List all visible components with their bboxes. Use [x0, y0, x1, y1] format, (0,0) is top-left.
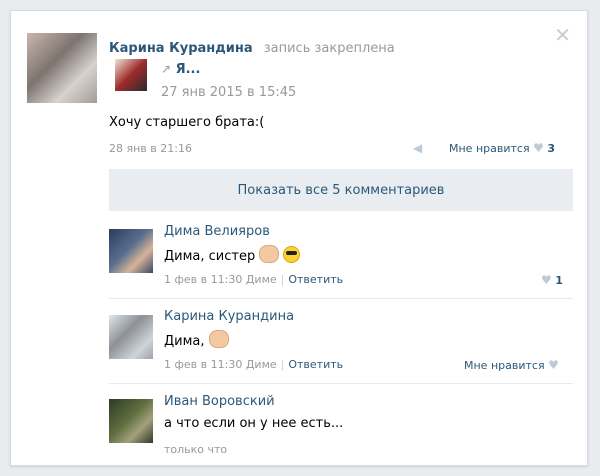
heart-icon: ♥: [548, 358, 559, 372]
comment-meta: 1 фев в 11:30 Диме | Ответить: [164, 358, 343, 371]
comment-reply-to[interactable]: Диме: [246, 273, 277, 286]
comment-meta: 1 фев в 11:30 Диме | Ответить: [164, 273, 343, 286]
like-label: Мне нравится: [464, 359, 545, 372]
comment-author[interactable]: Дима Велияров: [164, 224, 270, 239]
comment-text-content: Дима, систер: [164, 249, 256, 264]
post-action-text: запись закреплена: [263, 41, 395, 56]
comment-text: а что если он у нее есть...: [164, 416, 344, 431]
meta-separator: |: [280, 358, 285, 371]
fist-emoji-icon: [208, 330, 229, 348]
comment-text: Дима,: [164, 330, 229, 349]
close-icon[interactable]: ✕: [554, 25, 571, 45]
share-icon[interactable]: ◀: [413, 141, 422, 155]
like-label: Мне нравится: [449, 142, 530, 155]
reply-button[interactable]: Ответить: [288, 358, 343, 371]
comment-date[interactable]: 1 фев в 11:30: [164, 273, 242, 286]
heart-icon: ♥: [541, 273, 552, 287]
comment-reply-to[interactable]: Диме: [246, 358, 277, 371]
repost-avatar[interactable]: [115, 59, 147, 91]
comment-divider: [109, 383, 573, 384]
repost-title[interactable]: ↗ Я...: [161, 62, 200, 77]
wall-post-card: ✕ Карина Курандина запись закреплена ↗ Я…: [10, 10, 588, 466]
show-all-comments-button[interactable]: Показать все 5 комментариев: [109, 169, 573, 211]
post-author-link[interactable]: Карина Курандина: [109, 41, 253, 56]
repost-icon: ↗: [161, 62, 172, 76]
heart-icon: ♥: [533, 141, 544, 155]
comment-like-button[interactable]: ♥ 1: [541, 273, 563, 287]
comment-author[interactable]: Карина Курандина: [164, 309, 294, 324]
comment-avatar[interactable]: [109, 315, 153, 359]
comment-divider: [109, 298, 573, 299]
repost-title-text[interactable]: Я...: [176, 62, 201, 77]
fist-emoji-icon: [259, 245, 280, 263]
meta-separator: |: [280, 273, 285, 286]
comment-text: Дима, систер: [164, 245, 301, 264]
like-count: 1: [555, 274, 563, 287]
comment-like-button[interactable]: Мне нравится ♥: [464, 358, 559, 372]
comment-date[interactable]: 1 фев в 11:30: [164, 358, 242, 371]
reply-button[interactable]: Ответить: [288, 273, 343, 286]
comment-date[interactable]: только что: [164, 443, 227, 456]
repost-date[interactable]: 27 янв 2015 в 15:45: [161, 85, 296, 100]
post-header: Карина Курандина запись закреплена: [109, 37, 395, 56]
like-count: 3: [547, 142, 555, 155]
comment-avatar[interactable]: [109, 399, 153, 443]
comment-author[interactable]: Иван Воровский: [164, 394, 275, 409]
post-date[interactable]: 28 янв в 21:16: [109, 142, 192, 155]
comment-text-content: Дима,: [164, 334, 205, 349]
comment-avatar[interactable]: [109, 229, 153, 273]
sunglasses-emoji-icon: [283, 246, 301, 263]
post-text: Хочу старшего брата:(: [109, 115, 265, 130]
post-like-button[interactable]: Мне нравится ♥ 3: [449, 141, 555, 155]
author-avatar[interactable]: [27, 33, 97, 103]
